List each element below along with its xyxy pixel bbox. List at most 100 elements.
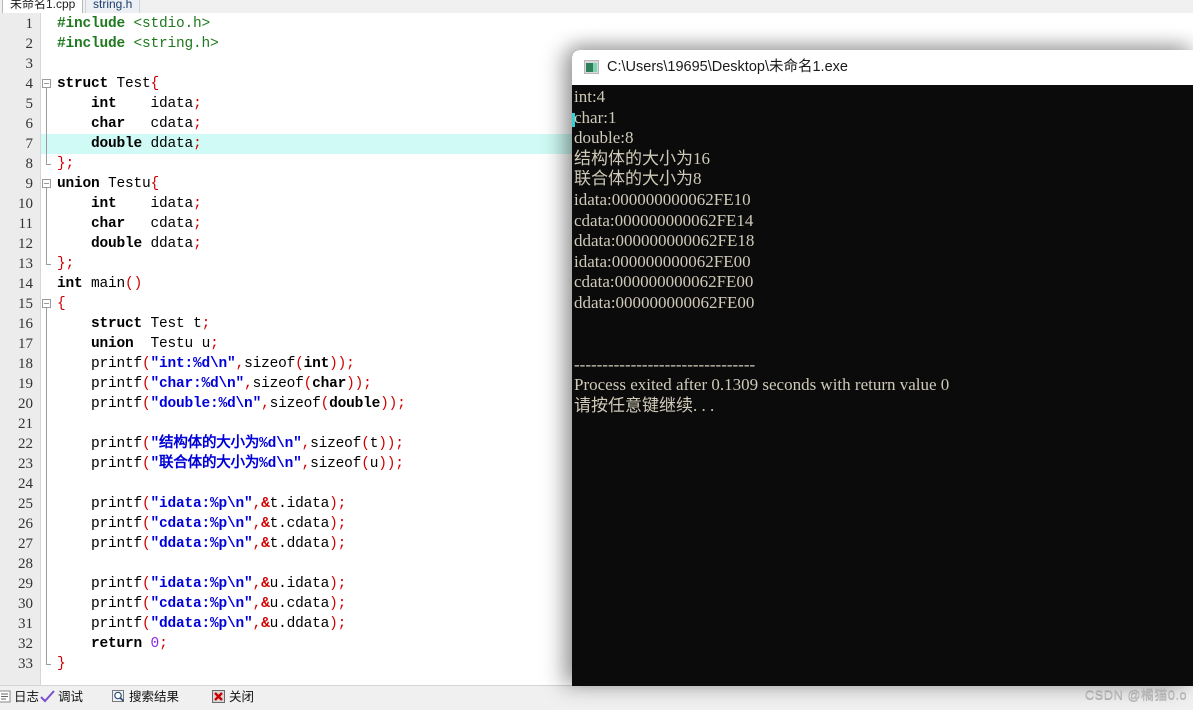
- code-text: };: [57, 156, 75, 172]
- fold-toggle-icon[interactable]: [42, 179, 51, 188]
- close-red-icon: [212, 688, 226, 710]
- code-text: printf("double:%d\n",sizeof(double));: [91, 396, 406, 412]
- line-number: 1: [25, 16, 34, 32]
- console-line: cdata:000000000062FE14: [574, 210, 754, 230]
- console-line: 请按任意键继续. . .: [574, 396, 715, 415]
- fold-guide-line: [46, 188, 47, 264]
- line-number: 21: [18, 416, 33, 432]
- fold-toggle-icon[interactable]: [42, 79, 51, 88]
- bottom-tab-debug[interactable]: 调试: [36, 686, 87, 708]
- code-text: printf("联合体的大小为%d\n",sizeof(u));: [91, 456, 404, 472]
- line-number: 23: [18, 456, 33, 472]
- console-line: double:8: [574, 128, 634, 148]
- code-text: printf("char:%d\n",sizeof(char));: [91, 376, 372, 392]
- bottom-tab-label: 调试: [58, 690, 84, 704]
- code-text: printf("结构体的大小为%d\n",sizeof(t));: [91, 436, 404, 452]
- tab-untitled1-cpp[interactable]: 未命名1.cpp: [2, 0, 84, 13]
- ide-window: 未命名1.cpp string.h 1 #include <stdio.h> 2 #i…: [0, 0, 1193, 710]
- code-text: return 0;: [91, 636, 168, 652]
- console-title-text: C:\Users\19695\Desktop\未命名1.exe: [607, 59, 848, 75]
- code-text: union Testu{: [57, 176, 160, 192]
- console-line: idata:000000000062FE10: [574, 190, 751, 209]
- console-line: int:4: [574, 87, 606, 106]
- fold-guide-line: [46, 308, 47, 664]
- console-line: idata:000000000062FE00: [574, 251, 751, 271]
- code-text: int main(): [57, 276, 143, 292]
- code-text: };: [57, 256, 75, 272]
- code-text: double ddata;: [91, 136, 202, 152]
- line-number: 5: [25, 96, 34, 112]
- line-number: 8: [25, 156, 34, 172]
- check-icon: [40, 688, 55, 710]
- code-text: printf("int:%d\n",sizeof(int));: [91, 356, 355, 372]
- console-line: char:1: [574, 107, 617, 127]
- code-text: struct Test t;: [91, 316, 211, 332]
- code-text: printf("idata:%p\n",&u.idata);: [91, 576, 347, 592]
- tab-label: string.h: [93, 0, 133, 11]
- code-text: double ddata;: [91, 236, 202, 252]
- console-line: 结构体的大小为16: [574, 148, 710, 168]
- csdn-watermark: CSDN @橘猫0.o: [1084, 687, 1187, 702]
- code-text: }: [57, 656, 66, 672]
- line-number: 33: [18, 656, 33, 672]
- code-text: struct Test{: [57, 76, 160, 92]
- code-text: union Testu u;: [91, 336, 219, 352]
- code-text: printf("ddata:%p\n",&u.ddata);: [91, 616, 347, 632]
- console-output: int:4 char:1 double:8 结构体的大小为16 联合体的大小为8 idat…: [572, 85, 1193, 686]
- code-text: printf("idata:%p\n",&t.idata);: [91, 496, 347, 512]
- fold-end-tick: [46, 164, 51, 165]
- code-text: int idata;: [91, 196, 202, 212]
- fold-guide-line: [46, 88, 47, 164]
- code-text: char cdata;: [91, 216, 202, 232]
- line-number: 11: [18, 216, 33, 232]
- console-window[interactable]: C:\Users\19695\Desktop\未命名1.exe int:4 cha…: [572, 50, 1193, 686]
- line-number: 13: [18, 256, 33, 272]
- line-number: 24: [18, 476, 33, 492]
- line-number: 20: [18, 396, 33, 412]
- magnifier-icon: [112, 688, 126, 710]
- line-number: 9: [25, 176, 34, 192]
- code-line[interactable]: 1 #include <stdio.h>: [0, 14, 1193, 34]
- bottom-tab-close[interactable]: 关闭: [208, 686, 258, 708]
- line-number: 17: [18, 336, 33, 352]
- line-number: 6: [25, 116, 34, 132]
- bottom-tab-search-results[interactable]: 搜索结果: [108, 686, 183, 708]
- line-number: 10: [18, 196, 33, 212]
- line-number: 12: [18, 236, 33, 252]
- line-number: 4: [25, 76, 34, 92]
- line-number: 15: [18, 296, 33, 312]
- line-number: 30: [18, 596, 33, 612]
- code-text: printf("cdata:%p\n",&t.cdata);: [91, 516, 347, 532]
- line-number: 7: [25, 136, 34, 152]
- tab-label: 未命名1.cpp: [10, 0, 76, 11]
- line-number: 25: [18, 496, 33, 512]
- code-text: printf("cdata:%p\n",&u.cdata);: [91, 596, 347, 612]
- console-window-icon: [584, 60, 599, 74]
- console-line: ddata:000000000062FE18: [574, 231, 755, 251]
- fold-end-tick: [46, 264, 51, 265]
- console-line: Process exited after 0.1309 seconds with…: [574, 375, 950, 395]
- bottom-tab-label: 搜索结果: [129, 690, 180, 704]
- code-text: {: [57, 296, 66, 312]
- line-number: 32: [18, 636, 33, 652]
- line-number: 14: [18, 276, 33, 292]
- console-line: ddata:000000000062FE00: [574, 293, 755, 312]
- line-number: 26: [18, 516, 33, 532]
- line-number: 2: [25, 36, 34, 52]
- editor-tab-strip: 未命名1.cpp string.h: [0, 0, 1193, 13]
- code-text: int idata;: [91, 96, 202, 112]
- tab-string-h[interactable]: string.h: [85, 0, 141, 13]
- fold-toggle-icon[interactable]: [42, 299, 51, 308]
- console-titlebar[interactable]: C:\Users\19695\Desktop\未命名1.exe: [572, 50, 1193, 86]
- bottom-tab-label: 关闭: [229, 690, 255, 704]
- code-text: printf("ddata:%p\n",&t.ddata);: [91, 536, 347, 552]
- line-number: 29: [18, 576, 33, 592]
- console-line: cdata:000000000062FE00: [574, 272, 754, 292]
- line-number: 3: [25, 56, 34, 72]
- code-text: char cdata;: [91, 116, 202, 132]
- line-number: 28: [18, 556, 33, 572]
- line-number: 27: [18, 536, 33, 552]
- code-text: #include <stdio.h>: [57, 16, 211, 32]
- code-text: #include <string.h>: [57, 36, 219, 52]
- line-number: 19: [18, 376, 33, 392]
